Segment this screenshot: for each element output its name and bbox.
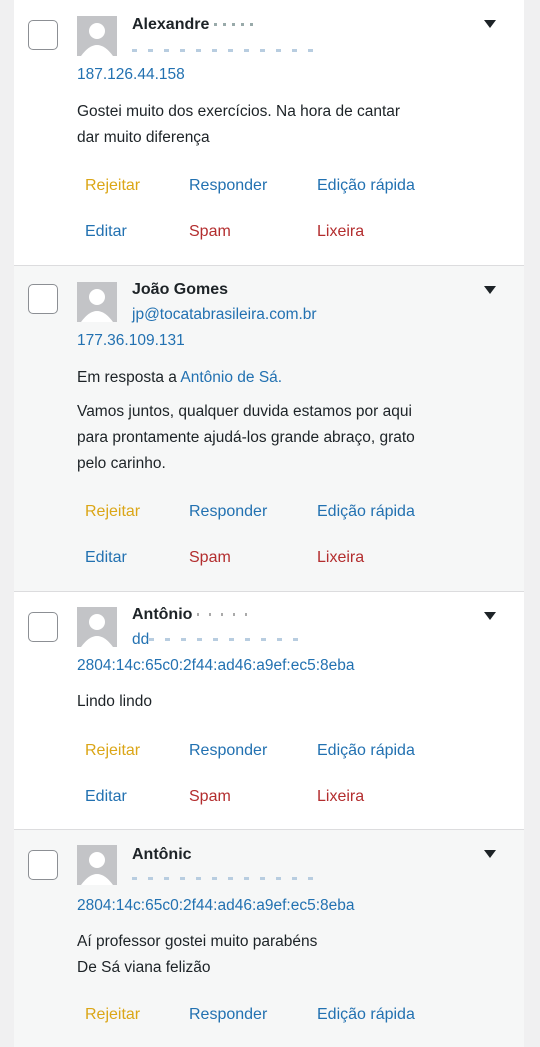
comment-select-checkbox[interactable] bbox=[28, 20, 58, 50]
comment-author-name[interactable]: João Gomes bbox=[132, 281, 228, 299]
avatar bbox=[77, 845, 117, 885]
reject-action[interactable]: Rejeitar bbox=[85, 742, 140, 760]
avatar bbox=[77, 16, 117, 56]
comment-author-ip[interactable]: 187.126.44.158 bbox=[77, 66, 185, 84]
in-reply-to: Em resposta a Antônio de Sá. bbox=[77, 369, 283, 386]
comment-author-name[interactable]: Alexandre bbox=[132, 16, 259, 34]
default-avatar-icon bbox=[77, 282, 117, 322]
redacted-text bbox=[213, 23, 259, 27]
comment-text: Gostei muito dos exercícios. Na hora de … bbox=[77, 103, 401, 146]
default-avatar-icon bbox=[77, 607, 117, 647]
reply-action[interactable]: Responder bbox=[189, 177, 267, 195]
reply-action[interactable]: Responder bbox=[189, 1006, 267, 1024]
comment-text: Aí professor gostei muito parabéns De Sá… bbox=[77, 933, 318, 976]
reply-action[interactable]: Responder bbox=[189, 503, 267, 521]
toggle-row-caret-icon[interactable] bbox=[484, 20, 496, 28]
spam-action[interactable]: Spam bbox=[189, 223, 231, 241]
spam-action[interactable]: Spam bbox=[189, 549, 231, 567]
reject-action[interactable]: Rejeitar bbox=[85, 1006, 140, 1024]
quick-edit-action[interactable]: Edição rápida bbox=[317, 503, 415, 521]
default-avatar-icon bbox=[77, 845, 117, 885]
spam-action[interactable]: Spam bbox=[189, 788, 231, 806]
toggle-row-caret-icon[interactable] bbox=[484, 850, 496, 858]
comment-author-ip[interactable]: 177.36.109.131 bbox=[77, 332, 185, 350]
comment-row: Antônic 2804:14c:65c0:2f44:ad46:a9ef:ec5… bbox=[14, 830, 524, 1047]
redacted-text bbox=[196, 613, 247, 617]
comment-select-checkbox[interactable] bbox=[28, 850, 58, 880]
reject-action[interactable]: Rejeitar bbox=[85, 177, 140, 195]
trash-action[interactable]: Lixeira bbox=[317, 549, 364, 567]
comment-row: João Gomes jp@tocatabrasileira.com.br 17… bbox=[14, 266, 524, 592]
edit-action[interactable]: Editar bbox=[85, 788, 127, 806]
quick-edit-action[interactable]: Edição rápida bbox=[317, 177, 415, 195]
comment-author-ip[interactable]: 2804:14c:65c0:2f44:ad46:a9ef:ec5:8eba bbox=[77, 897, 355, 915]
comment-author-email[interactable] bbox=[132, 870, 317, 888]
comment-row: Antônio dd 2804:14c:65c0:2f44:ad46:a9ef:… bbox=[14, 592, 524, 830]
comment-author-name[interactable]: Antônio bbox=[132, 606, 247, 624]
comment-author-email[interactable] bbox=[132, 42, 317, 60]
comment-select-checkbox[interactable] bbox=[28, 612, 58, 642]
comment-author-email[interactable]: dd bbox=[132, 631, 310, 649]
avatar bbox=[77, 607, 117, 647]
default-avatar-icon bbox=[77, 16, 117, 56]
toggle-row-caret-icon[interactable] bbox=[484, 286, 496, 294]
trash-action[interactable]: Lixeira bbox=[317, 223, 364, 241]
edit-action[interactable]: Editar bbox=[85, 549, 127, 567]
comment-row: Alexandre 187.126.44.158 Gostei muito do… bbox=[14, 0, 524, 266]
in-reply-to-link[interactable]: Antônio de Sá. bbox=[180, 369, 282, 386]
comment-author-email[interactable]: jp@tocatabrasileira.com.br bbox=[132, 306, 317, 324]
avatar bbox=[77, 282, 117, 322]
redacted-text bbox=[132, 49, 317, 53]
edit-action[interactable]: Editar bbox=[85, 223, 127, 241]
trash-action[interactable]: Lixeira bbox=[317, 788, 364, 806]
comment-select-checkbox[interactable] bbox=[28, 284, 58, 314]
comment-author-ip[interactable]: 2804:14c:65c0:2f44:ad46:a9ef:ec5:8eba bbox=[77, 657, 355, 675]
redacted-text bbox=[149, 638, 310, 642]
comment-text: Vamos juntos, qualquer duvida estamos po… bbox=[77, 403, 415, 472]
comment-text: Lindo lindo bbox=[77, 693, 152, 710]
quick-edit-action[interactable]: Edição rápida bbox=[317, 1006, 415, 1024]
reject-action[interactable]: Rejeitar bbox=[85, 503, 140, 521]
redacted-text bbox=[132, 877, 317, 881]
reply-action[interactable]: Responder bbox=[189, 742, 267, 760]
comment-author-name[interactable]: Antônic bbox=[132, 846, 192, 864]
quick-edit-action[interactable]: Edição rápida bbox=[317, 742, 415, 760]
toggle-row-caret-icon[interactable] bbox=[484, 612, 496, 620]
